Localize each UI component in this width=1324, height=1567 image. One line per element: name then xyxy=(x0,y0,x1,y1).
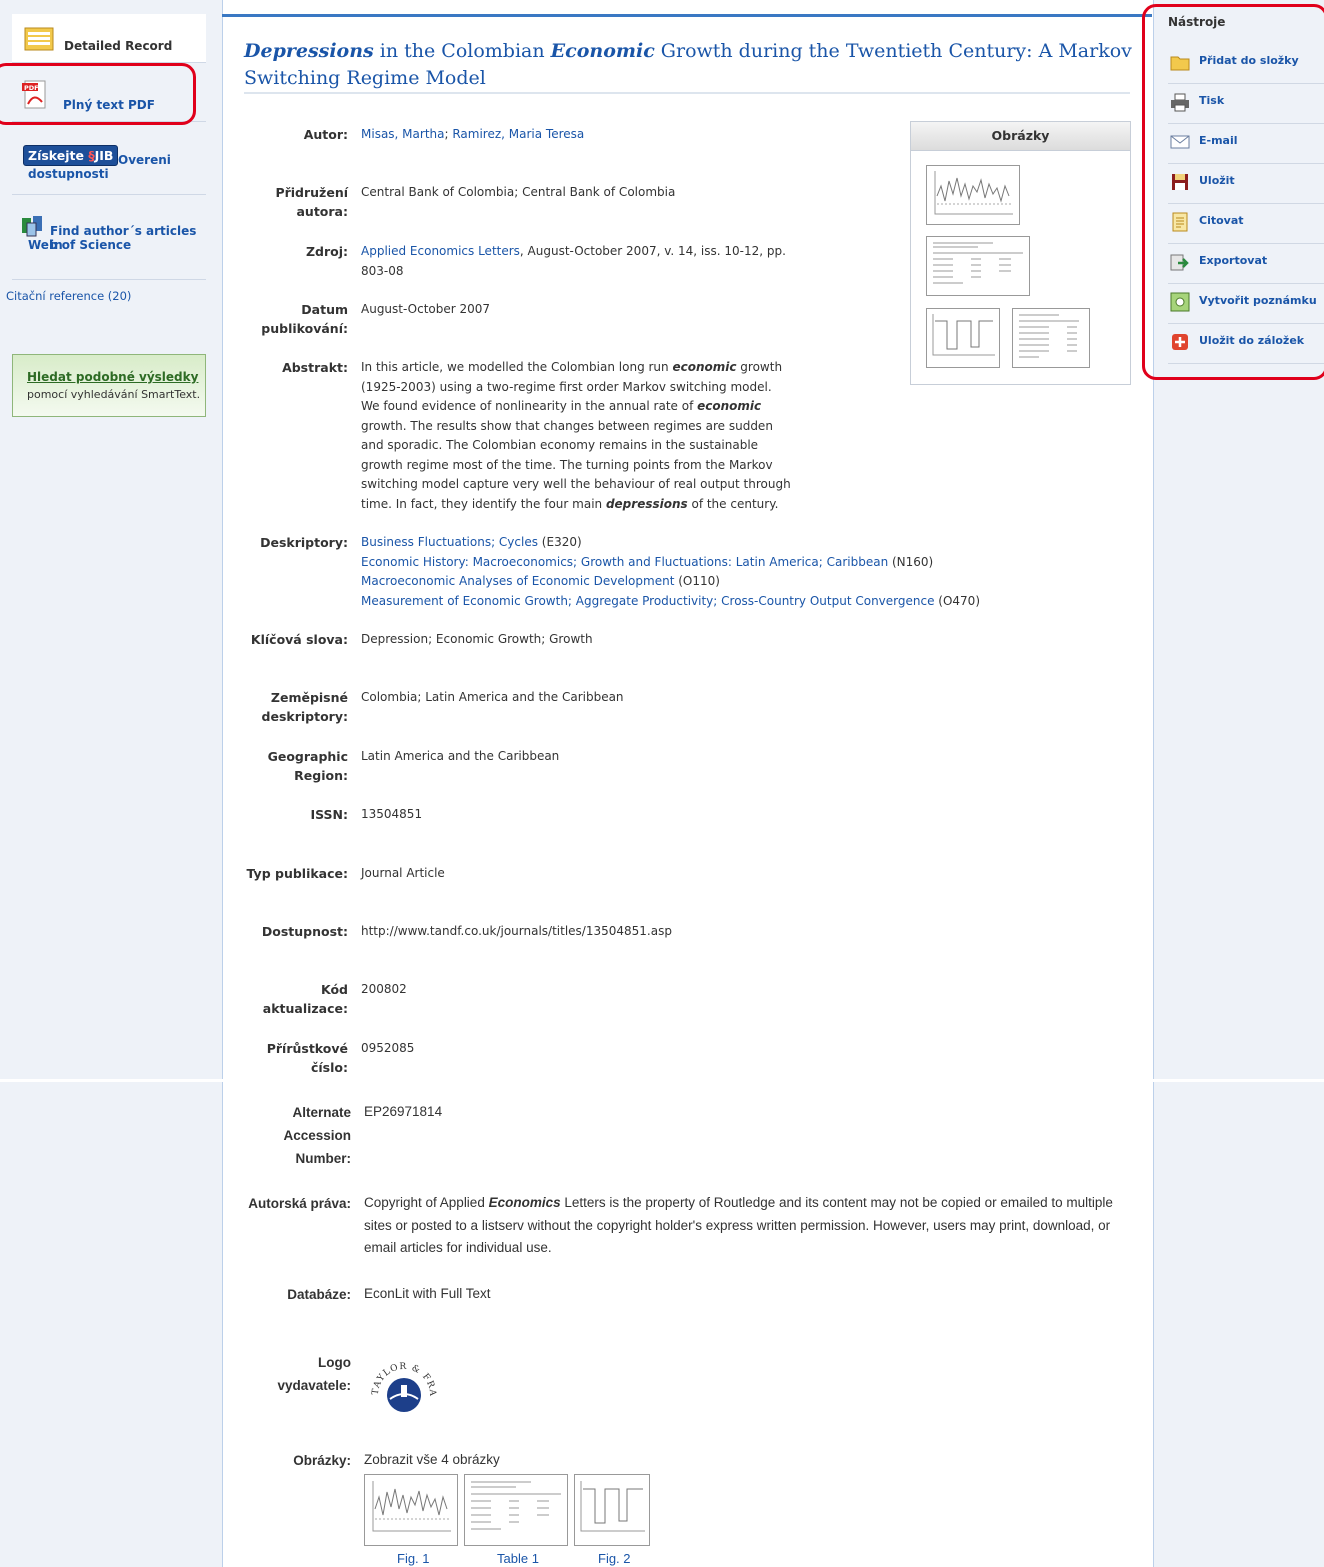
abstract-term: economic xyxy=(697,399,762,413)
jib-availability-link[interactable]: Získejte §JIB Overeni dostupnosti xyxy=(12,122,206,195)
field-label: Alternate Accession Number: xyxy=(283,1105,351,1166)
field-label: Datum publikování: xyxy=(261,302,348,336)
title-divider xyxy=(244,92,1130,94)
field-value: Business Fluctuations; Cycles (E320) Eco… xyxy=(361,533,1121,611)
pdf-highlight-callout xyxy=(0,63,196,125)
field-label: Přírůstkové číslo: xyxy=(266,1041,348,1075)
line-chart-thumbnail-icon xyxy=(372,1481,451,1532)
field-label: Typ publikace: xyxy=(246,866,349,881)
descriptor-link[interactable]: Macroeconomic Analyses of Economic Devel… xyxy=(361,574,674,588)
author-link[interactable]: Misas, Martha xyxy=(361,127,444,141)
web-of-science-link[interactable]: Find author´s articles in Web of Science xyxy=(12,195,206,280)
field-label: Logo vydavatele: xyxy=(277,1355,351,1393)
field-label: Kód aktualizace: xyxy=(262,982,348,1016)
descriptor-code: (N160) xyxy=(888,554,934,569)
jib-badge-text: Získejte xyxy=(28,148,84,163)
field-value: 13504851 xyxy=(361,807,423,821)
smarttext-search-box[interactable]: Hledat podobné výsledky pomocí vyhledává… xyxy=(12,354,206,417)
figure-thumbnail-fig-2[interactable] xyxy=(574,1474,650,1546)
geographic-region-link[interactable]: Latin America and the Caribbean xyxy=(361,747,1121,767)
field-label: Autor: xyxy=(303,127,348,142)
tools-highlight-callout xyxy=(1142,4,1324,380)
content-top-border xyxy=(222,14,1152,17)
copyright-part: Copyright of Applied xyxy=(364,1195,489,1210)
thumbnail-table-1[interactable] xyxy=(926,236,1030,296)
descriptor-item: Macroeconomic Analyses of Economic Devel… xyxy=(361,572,1121,592)
citation-references-link[interactable]: Citační reference (20) xyxy=(6,289,131,303)
descriptor-item: Measurement of Economic Growth; Aggregat… xyxy=(361,592,1121,612)
author-link[interactable]: Ramirez, Maria Teresa xyxy=(452,127,584,141)
wos-label-2: Web of Science xyxy=(28,238,132,252)
field-label: Zeměpisné deskriptory: xyxy=(261,690,348,724)
descriptor-item: Economic History: Macroeconomics; Growth… xyxy=(361,553,1121,573)
descriptor-link[interactable]: Measurement of Economic Growth; Aggregat… xyxy=(361,594,934,608)
field-value: August-October 2007 xyxy=(361,302,491,316)
figure-caption-link[interactable]: Fig. 2 xyxy=(598,1551,631,1566)
descriptor-link[interactable]: Business Fluctuations; Cycles xyxy=(361,535,538,549)
jib-badge-text2: JIB xyxy=(94,148,114,163)
field-value: Applied Economics Letters, August-Octobe… xyxy=(361,242,801,281)
keywords-link[interactable]: Depression; Economic Growth; Growth xyxy=(361,630,1121,650)
figure-caption-link[interactable]: Table 1 xyxy=(497,1551,539,1566)
abstract-part: In this article, we modelled the Colombi… xyxy=(361,360,673,374)
field-value: Journal Article xyxy=(361,866,445,880)
detailed-record-icon xyxy=(24,27,54,51)
field-label: Abstrakt: xyxy=(282,360,348,375)
field-value: 200802 xyxy=(361,982,407,996)
table-thumbnail-icon xyxy=(933,242,1023,284)
field-value: Central Bank of Colombia; Central Bank o… xyxy=(361,185,676,199)
show-all-images-link[interactable]: Zobrazit vše 4 obrázky xyxy=(364,1449,1124,1472)
field-label: Deskriptory: xyxy=(260,535,348,550)
field-label: Autorská práva: xyxy=(248,1196,351,1211)
line-chart-thumbnail-icon xyxy=(580,1481,645,1532)
title-text-1: in the Colombian xyxy=(373,40,551,62)
detailed-record-label: Detailed Record xyxy=(64,39,173,53)
jib-label-1: Overeni xyxy=(118,153,171,167)
figure-thumbnail-fig-1[interactable] xyxy=(364,1474,458,1546)
field-label: Dostupnost: xyxy=(261,924,348,939)
field-label: Přidružení autora: xyxy=(275,185,348,219)
copyright-text: Copyright of Applied Economics Letters i… xyxy=(364,1192,1124,1260)
figure-thumbnail-table-1[interactable] xyxy=(464,1474,568,1546)
table-thumbnail-icon xyxy=(471,1481,561,1530)
field-label: Databáze: xyxy=(287,1287,351,1302)
field-value: http://www.tandf.co.uk/journals/titles/1… xyxy=(361,924,672,938)
field-value: EconLit with Full Text xyxy=(364,1286,491,1301)
abstract-text: In this article, we modelled the Colombi… xyxy=(361,358,793,514)
field-label: Zdroj: xyxy=(305,244,348,259)
field-label: ISSN: xyxy=(310,807,348,822)
field-label: Obrázky: xyxy=(293,1453,351,1468)
copyright-term: Economics xyxy=(488,1195,561,1210)
descriptor-link[interactable]: Economic History: Macroeconomics; Growth… xyxy=(361,555,888,569)
record-title: Depressions in the Colombian Economic Gr… xyxy=(244,38,1134,92)
descriptor-code: (O110) xyxy=(674,574,720,588)
figure-caption-link[interactable]: Fig. 1 xyxy=(397,1551,430,1566)
descriptor-code: (E320) xyxy=(537,535,582,549)
descriptor-code: (O470) xyxy=(934,593,980,608)
field-value: Misas, Martha; Ramirez, Maria Teresa xyxy=(361,127,585,141)
field-value: 0952085 xyxy=(361,1041,415,1055)
title-term-1: Depressions xyxy=(244,40,374,62)
smarttext-subtitle: pomocí vyhledávání SmartText. xyxy=(27,388,201,401)
left-sidebar: Detailed Record PDF Plný text PDF Získej… xyxy=(0,0,222,1567)
journal-link[interactable]: Applied Economics Letters xyxy=(361,244,520,258)
publisher-logo: TAYLOR & FRANCIS xyxy=(360,1344,1124,1439)
smarttext-title-link[interactable]: Hledat podobné výsledky xyxy=(27,370,198,384)
field-label: Klíčová slova: xyxy=(250,632,348,647)
abstract-term: economic xyxy=(672,360,737,374)
taylor-francis-logo: TAYLOR & FRANCIS xyxy=(360,1344,436,1412)
jib-badge: Získejte §JIB xyxy=(23,145,119,166)
geographic-descriptor-link[interactable]: Colombia; Latin America and the Caribbea… xyxy=(361,688,1121,708)
field-label: Geographic Region: xyxy=(267,749,348,783)
field-value: EP26971814 xyxy=(364,1104,443,1119)
abstract-part: of the century. xyxy=(687,496,779,511)
title-term-2: Economic xyxy=(550,40,655,62)
screenshot-seam xyxy=(0,1079,1324,1082)
abstract-term: depressions xyxy=(605,496,688,511)
detailed-record-tab[interactable]: Detailed Record xyxy=(12,14,206,63)
jib-label-2: dostupnosti xyxy=(28,167,109,181)
images-box: Obrázky xyxy=(910,121,1131,385)
web-of-science-icon xyxy=(22,216,42,237)
descriptor-item: Business Fluctuations; Cycles (E320) xyxy=(361,533,1121,553)
